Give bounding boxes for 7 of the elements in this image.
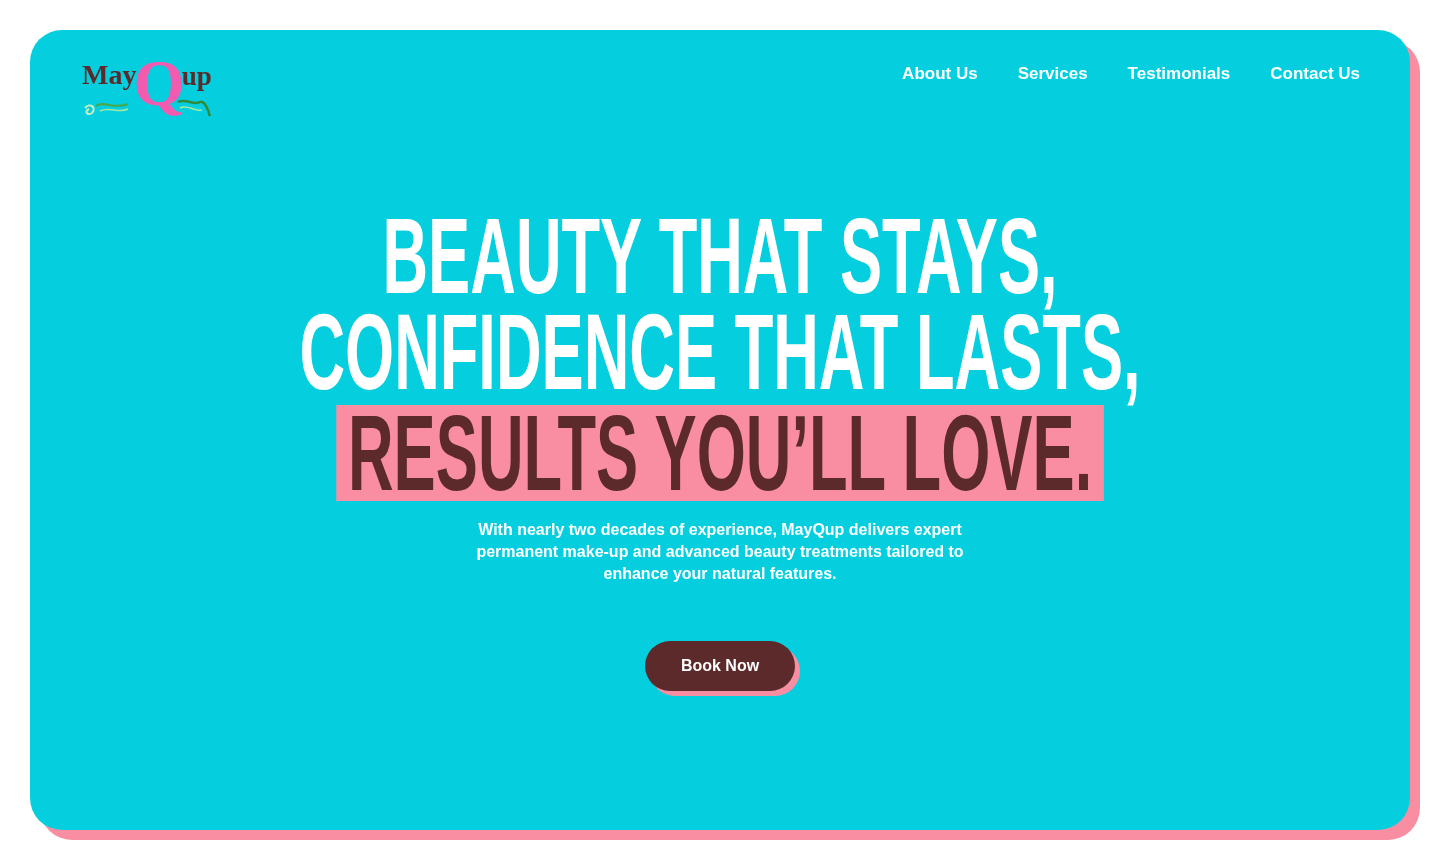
- nav-link[interactable]: Services: [1017, 64, 1088, 84]
- nav-link[interactable]: Testimonials: [1127, 64, 1231, 84]
- headline-line: BEAUTY THAT STAYS,: [382, 213, 1058, 309]
- hero-description: With nearly two decades of experience, MayQup delivers expert permanent make-up and advanced beauty treatments tailored to enhance your natural features.: [475, 520, 965, 584]
- nav-link[interactable]: Contact Us: [1270, 64, 1360, 84]
- nav-link[interactable]: About Us: [902, 64, 978, 84]
- headline-line: CONFIDENCE THAT LASTS,: [299, 309, 1141, 405]
